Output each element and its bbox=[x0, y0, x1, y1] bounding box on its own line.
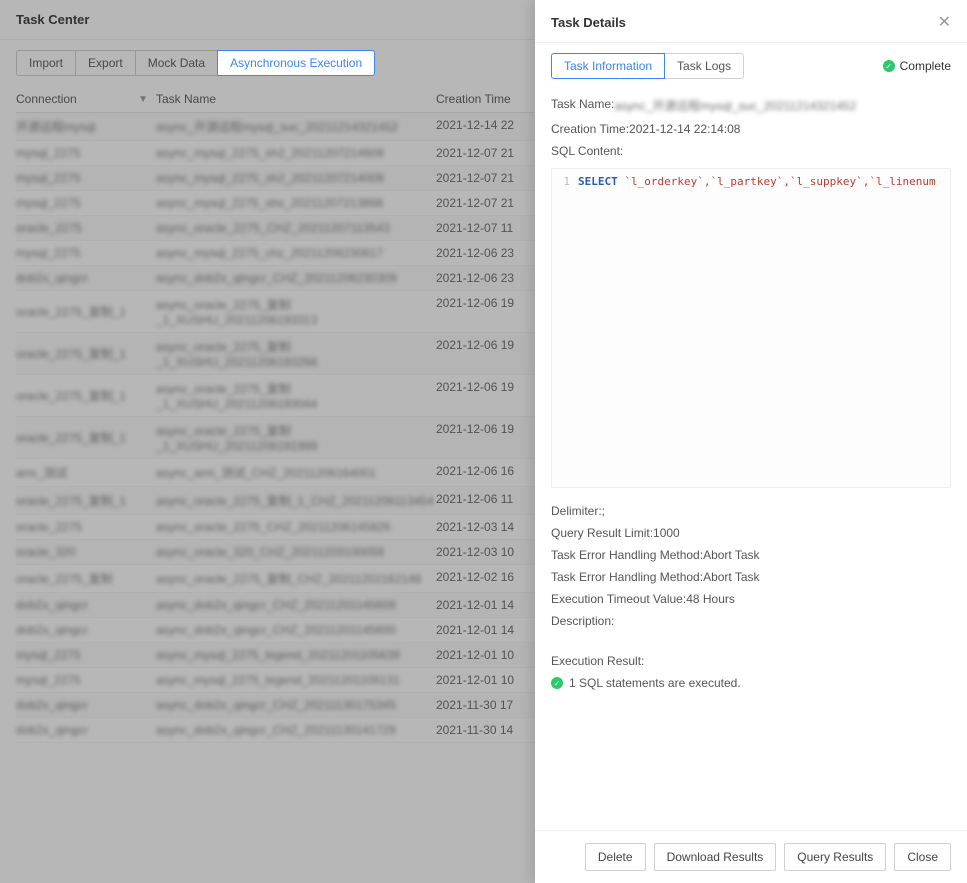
tab-task-logs[interactable]: Task Logs bbox=[664, 53, 744, 79]
error-handling-value-1: Abort Task bbox=[703, 548, 759, 562]
creation-time-label: Creation Time: bbox=[551, 122, 629, 136]
delimiter-label: Delimiter: bbox=[551, 504, 602, 518]
close-button[interactable]: Close bbox=[894, 843, 951, 871]
task-name-value: async_开源远程mysql_suc_20211214321452 bbox=[614, 97, 856, 114]
download-results-button[interactable]: Download Results bbox=[654, 843, 777, 871]
check-icon: ✓ bbox=[551, 677, 563, 689]
error-handling-label-1: Task Error Handling Method: bbox=[551, 548, 703, 562]
delimiter-value: ; bbox=[602, 504, 605, 518]
check-icon: ✓ bbox=[883, 60, 895, 72]
status-badge: ✓ Complete bbox=[883, 59, 951, 73]
tab-async-execution[interactable]: Asynchronous Execution bbox=[217, 50, 375, 76]
status-text: Complete bbox=[900, 59, 951, 73]
execution-timeout-value: 48 Hours bbox=[686, 592, 735, 606]
execution-result-label: Execution Result: bbox=[551, 654, 644, 668]
task-name-label: Task Name: bbox=[551, 97, 614, 114]
delete-button[interactable]: Delete bbox=[585, 843, 646, 871]
modal-backdrop[interactable] bbox=[0, 0, 535, 883]
sql-content-box[interactable]: 1 SELECT `l_orderkey`,`l_partkey`,`l_sup… bbox=[551, 168, 951, 488]
sql-line-number: 1 bbox=[552, 175, 578, 188]
query-results-button[interactable]: Query Results bbox=[784, 843, 886, 871]
execution-timeout-label: Execution Timeout Value: bbox=[551, 592, 686, 606]
sql-content-label: SQL Content: bbox=[551, 144, 623, 158]
query-result-limit-value: 1000 bbox=[653, 526, 680, 540]
execution-result-text: 1 SQL statements are executed. bbox=[569, 676, 741, 690]
error-handling-label-2: Task Error Handling Method: bbox=[551, 570, 703, 584]
tab-task-information[interactable]: Task Information bbox=[551, 53, 665, 79]
creation-time-value: 2021-12-14 22:14:08 bbox=[629, 122, 740, 136]
close-icon[interactable]: ✕ bbox=[938, 12, 951, 32]
task-details-panel: Task Details ✕ Task Information Task Log… bbox=[535, 0, 967, 883]
sql-text: SELECT `l_orderkey`,`l_partkey`,`l_suppk… bbox=[578, 175, 936, 188]
error-handling-value-2: Abort Task bbox=[703, 570, 759, 584]
description-label: Description: bbox=[551, 614, 614, 628]
panel-title: Task Details bbox=[551, 15, 626, 30]
query-result-limit-label: Query Result Limit: bbox=[551, 526, 653, 540]
